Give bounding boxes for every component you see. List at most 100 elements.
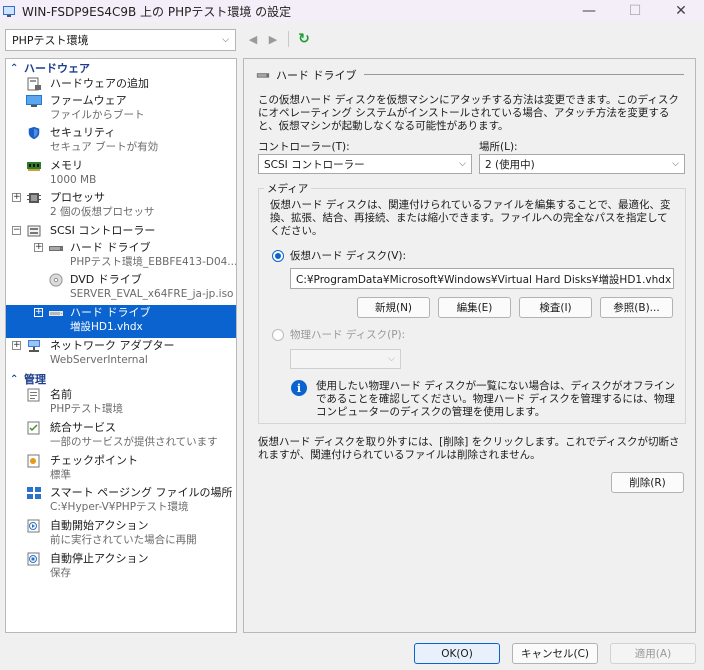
physical-disk-select[interactable]: ⌵ — [290, 349, 401, 369]
tree-item-network-adapter[interactable]: + ネットワーク アダプター WebServerInternal — [6, 338, 236, 369]
expand-icon[interactable]: + — [12, 341, 21, 350]
virtual-disk-path-field[interactable]: C:¥ProgramData¥Microsoft¥Windows¥Virtual… — [290, 268, 674, 289]
location-select[interactable]: 2 (使用中) ⌵ — [479, 154, 685, 174]
settings-tree: ⌃ ハードウェア ハードウェアの追加 ファームウェア ファイルからブート セキュ… — [5, 58, 237, 633]
tree-item-detail: C:¥Hyper-V¥PHPテスト環境 — [50, 501, 189, 513]
controller-label: コントローラー(T): — [258, 141, 350, 153]
chevron-down-icon: ⌵ — [222, 35, 229, 45]
hyper-v-settings-icon — [3, 6, 15, 17]
edit-button[interactable]: 編集(E) — [438, 297, 511, 318]
hard-drive-icon — [49, 311, 63, 316]
hard-drive-icon — [256, 73, 270, 78]
tree-item-integration-services[interactable]: 統合サービス 一部のサービスが提供されています — [6, 420, 236, 453]
window-title: WIN-FSDP9ES4C9B 上の PHPテスト環境 の設定 — [22, 4, 292, 19]
tree-item-label: ファームウェア — [50, 94, 127, 107]
tree-item-firmware[interactable]: ファームウェア ファイルからブート — [6, 93, 236, 125]
tree-item-label: スマート ページング ファイルの場所 — [50, 486, 233, 499]
dialog-footer: OK(O) キャンセル(C) 適用(A) — [0, 633, 704, 670]
panel-title-text: ハード ドライブ — [276, 69, 357, 82]
minimize-button[interactable]: — — [566, 0, 612, 22]
tree-item-security[interactable]: セキュリティ セキュア ブートが有効 — [6, 125, 236, 158]
tree-item-label: SCSI コントローラー — [50, 224, 156, 237]
tree-item-label: チェックポイント — [50, 454, 138, 467]
radio-unselected-icon — [272, 328, 284, 341]
remove-button[interactable]: 削除(R) — [611, 472, 684, 493]
memory-icon — [27, 162, 41, 171]
hard-drive-panel: ハード ドライブ この仮想ハード ディスクを仮想マシンにアタッチする方法は変更で… — [243, 58, 696, 633]
title-divider — [364, 74, 684, 75]
collapse-icon[interactable]: − — [12, 226, 21, 235]
integration-services-icon — [27, 421, 40, 435]
physical-disk-info: 使用したい物理ハード ディスクが一覧にない場合は、ディスクがオフラインであること… — [316, 380, 675, 418]
remove-description: 仮想ハード ディスクを取り外すには、[削除] をクリックします。これでディスクが… — [258, 436, 680, 461]
expand-icon[interactable]: + — [12, 193, 21, 202]
chevron-down-icon: ⌵ — [459, 159, 466, 169]
management-header-label: 管理 — [24, 373, 46, 386]
virtual-disk-label: 仮想ハード ディスク(V): — [290, 250, 407, 262]
forward-arrow-icon[interactable]: ▶ — [266, 31, 280, 47]
controller-select[interactable]: SCSI コントローラー ⌵ — [258, 154, 472, 174]
tree-item-processor[interactable]: + プロセッサ 2 個の仮想プロセッサ — [6, 190, 236, 223]
checkpoint-icon — [27, 454, 40, 468]
tree-item-dvd-drive[interactable]: DVD ドライブ SERVER_EVAL_x64FRE_ja-jp.iso — [6, 272, 236, 305]
tree-item-detail: SERVER_EVAL_x64FRE_ja-jp.iso — [70, 288, 234, 300]
virtual-disk-radio[interactable]: 仮想ハード ディスク(V): — [272, 248, 406, 263]
tree-item-checkpoints[interactable]: チェックポイント 標準 — [6, 453, 236, 485]
collapse-icon: ⌃ — [10, 373, 19, 385]
vm-selector-value: PHPテスト環境 — [12, 34, 89, 47]
name-icon — [27, 388, 40, 402]
expand-icon[interactable]: + — [34, 308, 43, 317]
toolbar: PHPテスト環境 ⌵ ◀ ▶ ↻ — [0, 22, 704, 58]
shield-icon — [28, 126, 40, 140]
new-button[interactable]: 新規(N) — [357, 297, 430, 318]
maximize-button[interactable]: ☐ — [612, 0, 658, 22]
tree-item-auto-start[interactable]: 自動開始アクション 前に実行されていた場合に再開 — [6, 518, 236, 551]
hardware-header-label: ハードウェア — [24, 62, 90, 75]
tree-item-scsi-controller[interactable]: − SCSI コントローラー — [6, 223, 236, 240]
tree-item-hard-drive-2[interactable]: + ハード ドライブ 増設HD1.vhdx — [6, 305, 236, 338]
tree-item-label: 自動停止アクション — [50, 552, 149, 565]
auto-start-icon — [27, 519, 40, 533]
back-arrow-icon[interactable]: ◀ — [246, 31, 260, 47]
tree-item-label: ハードウェアの追加 — [50, 77, 149, 90]
expand-icon[interactable]: + — [34, 243, 43, 252]
tree-item-detail: PHPテスト環境_EBBFE413-D04... — [70, 256, 236, 268]
refresh-icon[interactable]: ↻ — [297, 31, 311, 47]
tree-item-smart-paging[interactable]: スマート ページング ファイルの場所 C:¥Hyper-V¥PHPテスト環境 — [6, 485, 236, 518]
tree-item-label: ネットワーク アダプター — [50, 339, 175, 352]
physical-disk-label: 物理ハード ディスク(P): — [290, 329, 406, 341]
hard-drive-icon — [49, 246, 63, 251]
ok-button[interactable]: OK(O) — [414, 643, 500, 664]
info-icon: i — [291, 380, 307, 396]
panel-title: ハード ドライブ — [256, 67, 357, 83]
inspect-button[interactable]: 検査(I) — [519, 297, 592, 318]
tree-item-name[interactable]: 名前 PHPテスト環境 — [6, 387, 236, 420]
panel-description: この仮想ハード ディスクを仮想マシンにアタッチする方法は変更できます。このディス… — [258, 94, 679, 132]
collapse-icon: ⌃ — [10, 62, 19, 74]
tree-item-label: 統合サービス — [50, 421, 116, 434]
cancel-button[interactable]: キャンセル(C) — [512, 643, 598, 664]
hardware-section-header[interactable]: ⌃ ハードウェア — [6, 60, 236, 76]
tree-item-detail: 標準 — [50, 469, 71, 481]
tree-item-memory[interactable]: メモリ 1000 MB — [6, 158, 236, 190]
controller-value: SCSI コントローラー — [264, 158, 365, 171]
tree-item-auto-stop[interactable]: 自動停止アクション 保存 — [6, 551, 236, 584]
tree-item-detail: 2 個の仮想プロセッサ — [50, 206, 155, 218]
vm-selector[interactable]: PHPテスト環境 ⌵ — [5, 29, 236, 51]
tree-item-add-hardware[interactable]: ハードウェアの追加 — [6, 76, 236, 93]
close-button[interactable]: ✕ — [658, 0, 704, 22]
media-group-label: メディア — [264, 181, 312, 196]
chevron-down-icon: ⌵ — [672, 159, 679, 169]
tree-item-detail: 増設HD1.vhdx — [70, 321, 143, 333]
physical-disk-radio[interactable]: 物理ハード ディスク(P): — [272, 327, 405, 342]
media-description: 仮想ハード ディスクは、関連付けられているファイルを編集することで、最適化、変換… — [270, 199, 671, 237]
toolbar-separator — [288, 31, 289, 47]
management-section-header[interactable]: ⌃ 管理 — [6, 371, 236, 387]
browse-button[interactable]: 参照(B)... — [600, 297, 673, 318]
tree-item-detail: PHPテスト環境 — [50, 403, 124, 415]
tree-item-hard-drive-1[interactable]: + ハード ドライブ PHPテスト環境_EBBFE413-D04... — [6, 240, 236, 272]
apply-button[interactable]: 適用(A) — [610, 643, 696, 664]
tree-item-label: ハード ドライブ — [70, 241, 151, 254]
tree-item-detail: ファイルからブート — [50, 109, 145, 121]
location-label: 場所(L): — [479, 141, 518, 153]
